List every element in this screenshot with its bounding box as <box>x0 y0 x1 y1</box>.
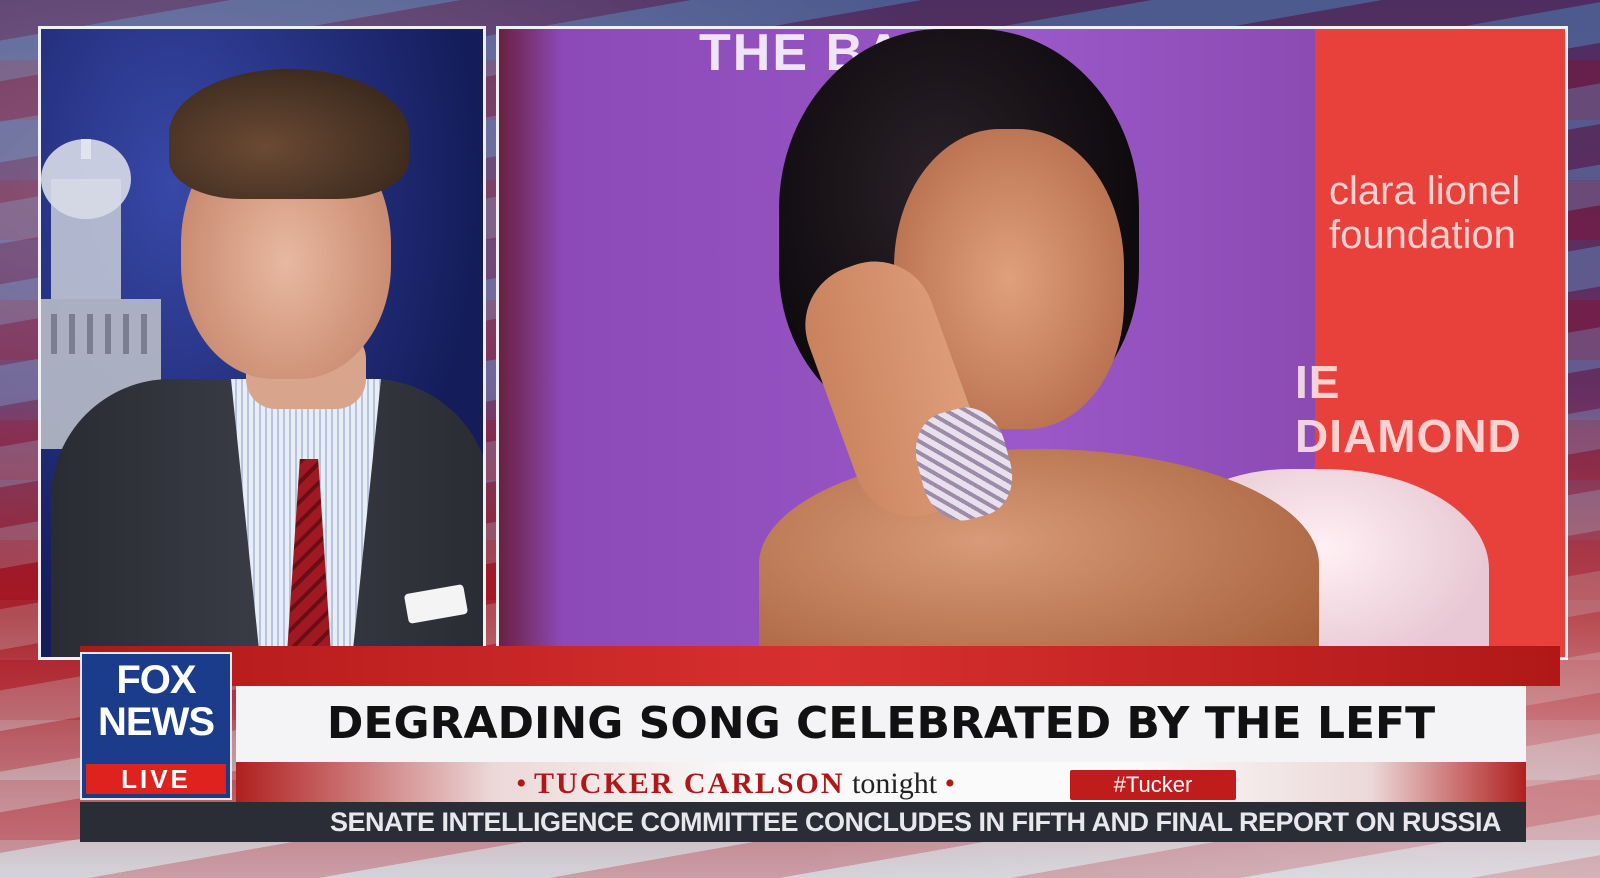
celebrity-photo-panel: THE BALL clara lionel foundation IE DIAM… <box>496 26 1568 660</box>
headline-box: DEGRADING SONG CELEBRATED BY THE LEFT <box>236 686 1526 762</box>
headline-text: DEGRADING SONG CELEBRATED BY THE LEFT <box>326 698 1436 749</box>
logo-fox-text: FOX <box>116 658 196 702</box>
hashtag-badge: #Tucker <box>1070 770 1236 800</box>
banner-foundation-text: clara lionel foundation <box>1329 169 1520 257</box>
show-tonight: tonight <box>852 767 938 800</box>
host-video-panel <box>38 26 486 660</box>
logo-news-text: NEWS <box>98 700 215 744</box>
host-hair <box>169 69 409 199</box>
ticker-text: SENATE INTELLIGENCE COMMITTEE CONCLUDES … <box>330 807 1502 837</box>
show-dot-left: • <box>516 767 527 800</box>
news-ticker: SENATE INTELLIGENCE COMMITTEE CONCLUDES … <box>80 802 1526 842</box>
show-host-name: TUCKER CARLSON <box>534 767 845 800</box>
fox-news-logo: FOX NEWS LIVE <box>80 652 232 800</box>
chyron-red-bar <box>80 646 1560 686</box>
banner-line2: foundation <box>1329 213 1516 257</box>
banner-line1: clara lionel <box>1329 169 1521 213</box>
live-badge: LIVE <box>86 764 226 794</box>
show-dot-right: • <box>944 767 956 800</box>
show-name-bar: • TUCKER CARLSON tonight • #Tucker <box>236 762 1526 806</box>
lower-third-chyron: DEGRADING SONG CELEBRATED BY THE LEFT • … <box>0 646 1600 878</box>
show-name: • TUCKER CARLSON tonight • <box>516 762 955 806</box>
